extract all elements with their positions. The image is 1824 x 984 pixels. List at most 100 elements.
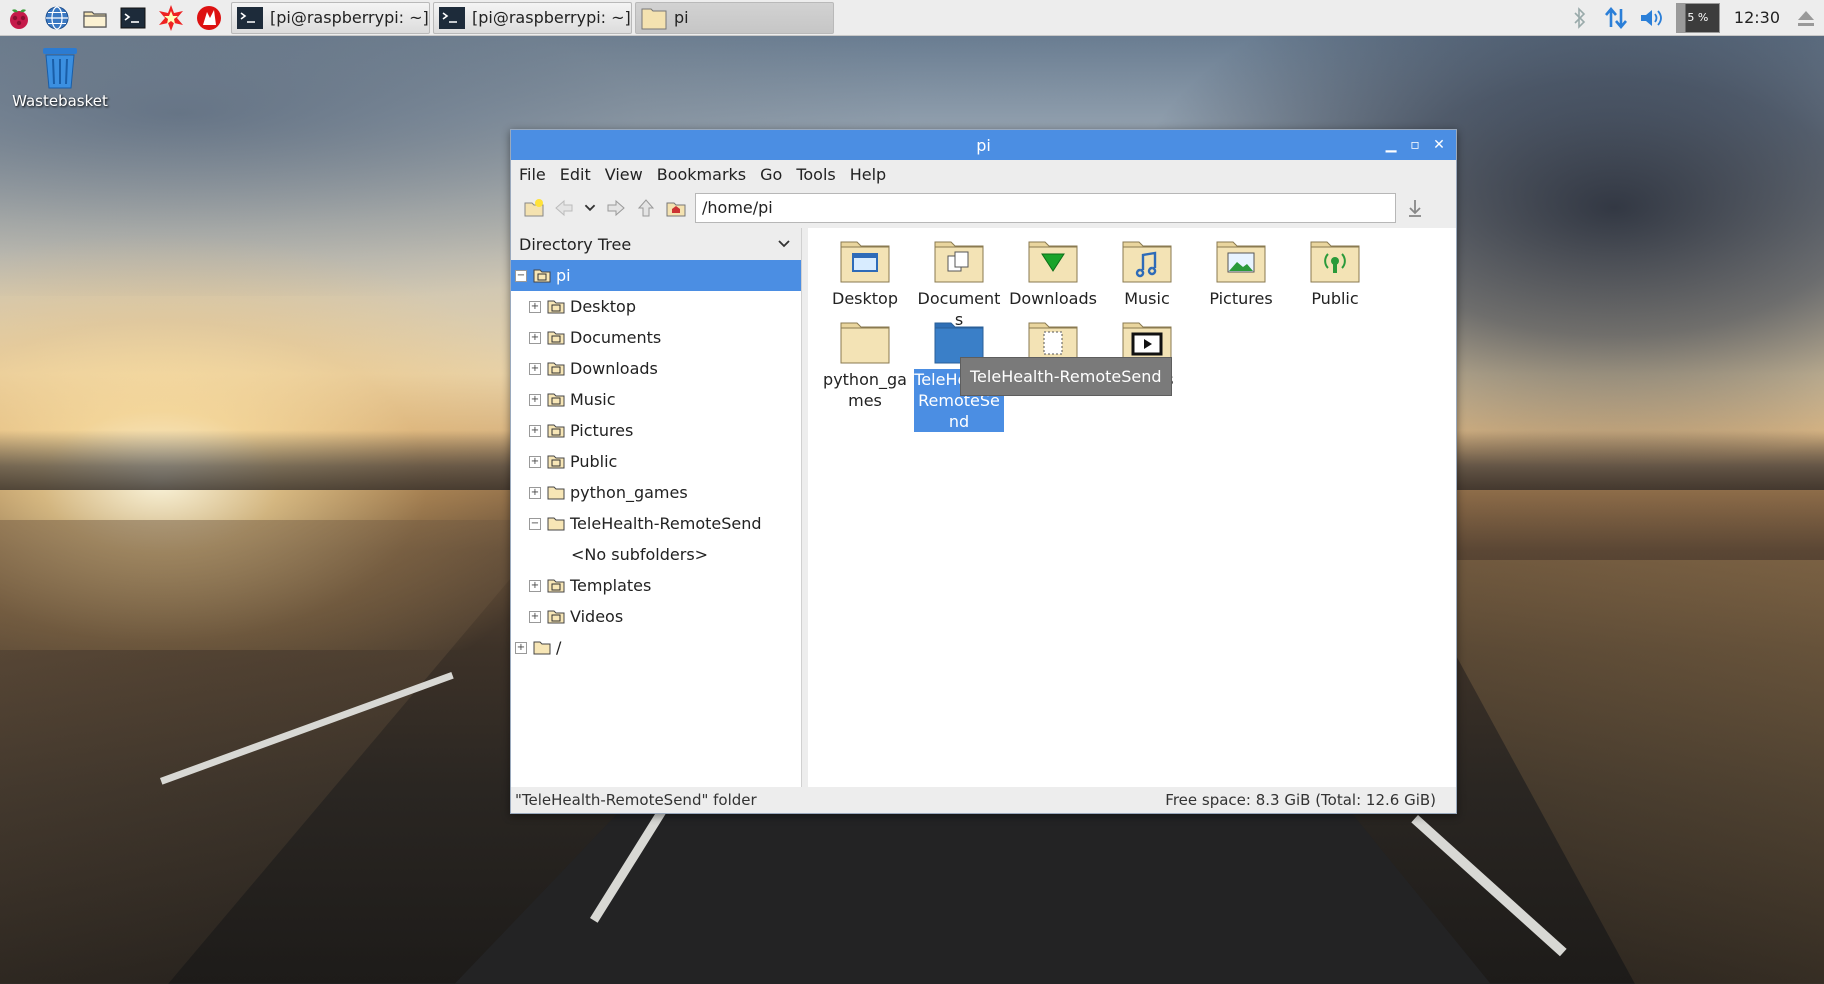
chevron-down-icon: [778, 240, 790, 248]
wolfram-button[interactable]: [152, 1, 190, 35]
tree-item-label: Public: [570, 452, 618, 471]
expand-toggle[interactable]: +: [529, 579, 541, 592]
tree-item[interactable]: + Public: [511, 446, 801, 477]
tree-item-label: Downloads: [570, 359, 658, 378]
bluetooth-icon[interactable]: [1562, 1, 1598, 35]
expand-toggle[interactable]: +: [515, 641, 527, 654]
network-icon[interactable]: [1598, 1, 1634, 35]
expand-toggle[interactable]: +: [529, 331, 541, 344]
desktop-icon-wastebasket[interactable]: Wastebasket: [8, 44, 112, 110]
eject-icon[interactable]: [1788, 1, 1824, 35]
file-item-label: python_games: [823, 370, 907, 410]
expand-toggle[interactable]: +: [529, 610, 541, 623]
tree-item-label: Pictures: [570, 421, 634, 440]
side-pane-mode-selector[interactable]: Directory Tree: [511, 228, 801, 260]
up-arrow-icon: [637, 199, 655, 217]
file-manager-button[interactable]: [76, 1, 114, 35]
task-label: [pi@raspberrypi: ~]: [270, 8, 429, 27]
new-tab-icon: [524, 199, 544, 217]
clock[interactable]: 12:30: [1726, 8, 1788, 27]
mathematica-button[interactable]: [190, 1, 228, 35]
file-item[interactable]: Music: [1102, 238, 1192, 309]
folder-icon: [533, 641, 551, 655]
folder-icon: [1310, 241, 1360, 283]
tree-item[interactable]: + Templates: [511, 570, 801, 601]
forward-arrow-icon: [607, 199, 625, 217]
file-item[interactable]: Desktop: [820, 238, 910, 309]
folder-icon: [1028, 241, 1078, 283]
up-button[interactable]: [631, 192, 661, 224]
history-dropdown-button[interactable]: [579, 192, 601, 224]
toolbar: /home/pi: [511, 188, 1456, 228]
directory-tree: − pi + Desktop + Documents + Downloads + Music + Pi…: [511, 260, 801, 663]
web-browser-button[interactable]: [38, 1, 76, 35]
tree-item[interactable]: + Videos: [511, 601, 801, 632]
menu-view[interactable]: View: [605, 165, 643, 184]
tree-item[interactable]: + Documents: [511, 322, 801, 353]
menu-help[interactable]: Help: [850, 165, 886, 184]
folder-icon: [547, 486, 565, 500]
expand-toggle[interactable]: +: [529, 455, 541, 468]
tree-item[interactable]: + Music: [511, 384, 801, 415]
tree-item[interactable]: − TeleHealth-RemoteSend: [511, 508, 801, 539]
menu-bookmarks[interactable]: Bookmarks: [657, 165, 746, 184]
raspberry-menu-button[interactable]: [0, 1, 38, 35]
wolfram-icon: [159, 4, 183, 31]
expand-toggle[interactable]: +: [529, 393, 541, 406]
collapse-toggle[interactable]: −: [529, 517, 541, 530]
tree-item-label: pi: [556, 266, 571, 285]
file-item[interactable]: Downloads: [1008, 238, 1098, 309]
window-titlebar[interactable]: pi ▁ ▫ ✕: [511, 130, 1456, 160]
menu-edit[interactable]: Edit: [560, 165, 591, 184]
folder-icon: [934, 241, 984, 283]
terminal-button[interactable]: [114, 1, 152, 35]
file-item[interactable]: Public: [1290, 238, 1380, 309]
expand-toggle[interactable]: +: [529, 486, 541, 499]
volume-icon[interactable]: [1634, 1, 1670, 35]
window-title: pi: [976, 135, 991, 155]
file-manager-icon: [83, 10, 107, 28]
folder-icon: [1216, 241, 1266, 283]
new-tab-button[interactable]: [519, 192, 549, 224]
tree-item[interactable]: + /: [511, 632, 801, 663]
task-terminal-2[interactable]: [pi@raspberrypi: ~]: [433, 1, 632, 34]
path-input[interactable]: /home/pi: [695, 193, 1396, 223]
tree-item[interactable]: + Pictures: [511, 415, 801, 446]
file-item[interactable]: Pictures: [1196, 238, 1286, 309]
task-terminal-1[interactable]: [pi@raspberrypi: ~]: [231, 1, 430, 34]
maximize-button[interactable]: ▫: [1406, 136, 1424, 154]
task-label: [pi@raspberrypi: ~]: [472, 8, 631, 27]
expand-toggle[interactable]: +: [529, 424, 541, 437]
expand-toggle[interactable]: +: [529, 362, 541, 375]
file-icon-view: Desktop Documents Downloads Music Pictures Pu…: [808, 228, 1456, 788]
tree-item[interactable]: − pi: [511, 260, 801, 291]
home-button[interactable]: [661, 192, 691, 224]
menu-tools[interactable]: Tools: [796, 165, 835, 184]
forward-button[interactable]: [601, 192, 631, 224]
close-button[interactable]: ✕: [1430, 136, 1448, 154]
file-item-label: Desktop: [832, 289, 898, 308]
menu-file[interactable]: File: [519, 165, 546, 184]
expand-toggle[interactable]: +: [529, 300, 541, 313]
file-item[interactable]: python_games: [820, 319, 910, 411]
folder-icon: [547, 362, 565, 376]
tree-item-label: Music: [570, 390, 616, 409]
tree-item[interactable]: + Desktop: [511, 291, 801, 322]
go-button[interactable]: [1400, 192, 1430, 224]
tree-item-label: /: [556, 638, 562, 657]
minimize-button[interactable]: ▁: [1382, 136, 1400, 154]
collapse-toggle[interactable]: −: [515, 269, 527, 282]
back-button[interactable]: [549, 192, 579, 224]
tree-item[interactable]: <No subfolders>: [511, 539, 801, 570]
menu-go[interactable]: Go: [760, 165, 782, 184]
mathematica-icon: [197, 5, 221, 30]
folder-icon: [547, 331, 565, 345]
task-file-manager[interactable]: pi: [635, 1, 834, 34]
status-selection: "TeleHealth-RemoteSend" folder: [515, 791, 757, 809]
cpu-usage-monitor[interactable]: 5 %: [1675, 2, 1720, 33]
tree-item[interactable]: + python_games: [511, 477, 801, 508]
folder-icon: [547, 300, 565, 314]
tree-item-label: Videos: [570, 607, 624, 626]
tree-item[interactable]: + Downloads: [511, 353, 801, 384]
file-item[interactable]: Documents: [914, 238, 1004, 330]
